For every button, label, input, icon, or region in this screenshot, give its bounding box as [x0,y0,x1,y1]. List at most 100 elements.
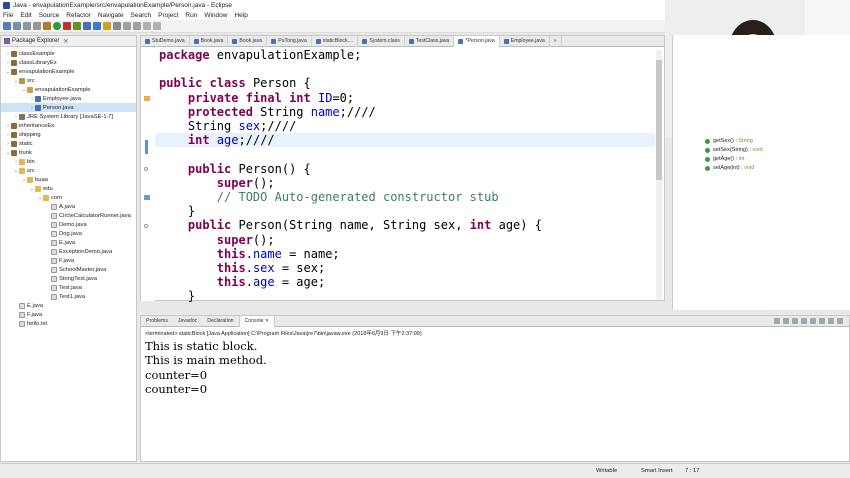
terminate-icon[interactable] [774,318,780,324]
outline-item[interactable]: setAge(int) : void [705,165,754,171]
forward-icon[interactable] [153,22,161,30]
tree-item[interactable]: › classLibraryEx [1,58,136,67]
editor-tab[interactable]: TestClass.java [405,35,455,47]
task-marker-icon[interactable] [144,195,150,200]
debug-icon[interactable] [43,22,51,30]
tree-item[interactable]: › JRE System Library [JavaSE-1.7] [1,112,136,121]
menu-file[interactable]: File [3,12,13,19]
clear-console-icon[interactable] [792,318,798,324]
console-toolbar [771,318,843,324]
tab-javadoc[interactable]: Javadoc [173,316,202,327]
editor-tab[interactable]: PuTong.java [267,35,312,47]
menu-search[interactable]: Search [131,12,152,19]
tree-item[interactable]: › Employee.java [1,94,136,103]
editor-tab[interactable]: » [550,35,562,47]
tree-item[interactable]: › bin [1,157,136,166]
editor-tab[interactable]: Book.java [190,35,229,47]
back-icon[interactable] [143,22,151,30]
tree-item[interactable]: ⌄ edu [1,184,136,193]
menu-source[interactable]: Source [39,12,60,19]
scroll-lock-icon[interactable] [801,318,807,324]
tree-item[interactable]: A.java [1,202,136,211]
java-file-icon [458,38,464,44]
new-package-icon[interactable] [83,22,91,30]
status-bar: Writable Smart Insert 7 : 17 [0,463,850,478]
external-tools-icon[interactable] [63,22,71,30]
editor-tab[interactable]: System.class [358,35,405,47]
tree-item[interactable]: E.java [1,238,136,247]
tab-declaration[interactable]: Declaration [202,316,238,327]
open-type-icon[interactable] [103,22,111,30]
tab-console[interactable]: Console ✕ [238,315,276,327]
menu-help[interactable]: Help [234,12,247,19]
editor-tab-label: PuTong.java [278,38,307,44]
editor-tab[interactable]: StuDemo.java [141,35,190,47]
tree-item[interactable]: ⌄ trunk [1,148,136,157]
tree-item[interactable]: › static [1,139,136,148]
tree-item[interactable]: ExceptionDemo.java [1,247,136,256]
tree-item[interactable]: Test.java [1,283,136,292]
tree-item[interactable]: Test1.java [1,292,136,301]
save-icon[interactable] [13,22,21,30]
menu-window[interactable]: Window [204,12,227,19]
tree-item[interactable]: StringTest.java [1,274,136,283]
tree-item[interactable]: ⌄ src [1,76,136,85]
next-annotation-icon[interactable] [123,22,131,30]
tab-problems[interactable]: Problems [141,316,173,327]
tree-item[interactable]: › classExample [1,49,136,58]
editor-tab[interactable]: *Person.java [454,35,500,47]
tree-item[interactable]: ⌄ envapulationExample [1,67,136,76]
new-java-project-icon[interactable] [73,22,81,30]
run-icon[interactable] [53,22,61,30]
remove-launch-icon[interactable] [783,318,789,324]
tree-item[interactable]: F.java [1,256,136,265]
minimize-icon[interactable] [828,318,834,324]
tab-label: Declaration [207,318,234,324]
menu-refactor[interactable]: Refactor [66,12,91,19]
display-console-icon[interactable] [819,318,825,324]
editor-tab[interactable]: Employee.java [500,35,550,47]
outline-item[interactable]: getSex() : String [705,138,753,144]
editor-tab[interactable]: staticBlock.... [312,35,359,47]
maximize-icon[interactable] [837,318,843,324]
outline-item[interactable]: setSex(String) : void [705,147,763,153]
tree-item[interactable]: ⌄ buaa [1,175,136,184]
tree-item[interactable]: ⌄ envapulationExample [1,85,136,94]
tree-item-label: trunk [19,149,32,156]
save-all-icon[interactable] [23,22,31,30]
tree-item[interactable]: › shipping [1,130,136,139]
print-icon[interactable] [33,22,41,30]
menu-run[interactable]: Run [185,12,197,19]
editor-tab-label: staticBlock.... [322,38,354,44]
tree-item[interactable]: › Person.java [1,103,136,112]
editor-scrollbar[interactable] [656,50,662,300]
fold-icon[interactable] [144,167,148,171]
menu-navigate[interactable]: Navigate [98,12,124,19]
new-icon[interactable] [3,22,11,30]
pin-console-icon[interactable] [810,318,816,324]
tree-item[interactable]: Dog.java [1,229,136,238]
tree-item[interactable]: ⌄ src [1,166,136,175]
tree-item[interactable]: hello.txt [1,319,136,328]
menu-project[interactable]: Project [158,12,178,19]
package-explorer-tab[interactable]: Package Explorer ✕ [1,36,136,47]
tree-item[interactable]: CircleCalculatorRunner.java [1,211,136,220]
tree-item[interactable]: F.java [1,310,136,319]
tree-item[interactable]: ⌄ com [1,193,136,202]
close-icon[interactable]: ✕ [265,318,269,324]
tree-item[interactable]: SchoolMaster.java [1,265,136,274]
outline-item[interactable]: getAge() : int [705,156,745,162]
editor-tab[interactable]: Book.java [228,35,268,47]
search-icon[interactable] [113,22,121,30]
previous-annotation-icon[interactable] [133,22,141,30]
tree-item[interactable]: › inheritanceEx [1,121,136,130]
tree-item[interactable]: Demo.java [1,220,136,229]
warning-marker-icon[interactable] [144,96,150,101]
scrollbar-thumb[interactable] [656,60,662,180]
fold-icon[interactable] [144,224,148,228]
tree-item[interactable]: E.java [1,301,136,310]
menu-edit[interactable]: Edit [20,12,31,19]
close-icon[interactable]: ✕ [63,38,68,45]
source-code[interactable]: package envapulationExample; public clas… [159,48,542,304]
new-class-icon[interactable] [93,22,101,30]
